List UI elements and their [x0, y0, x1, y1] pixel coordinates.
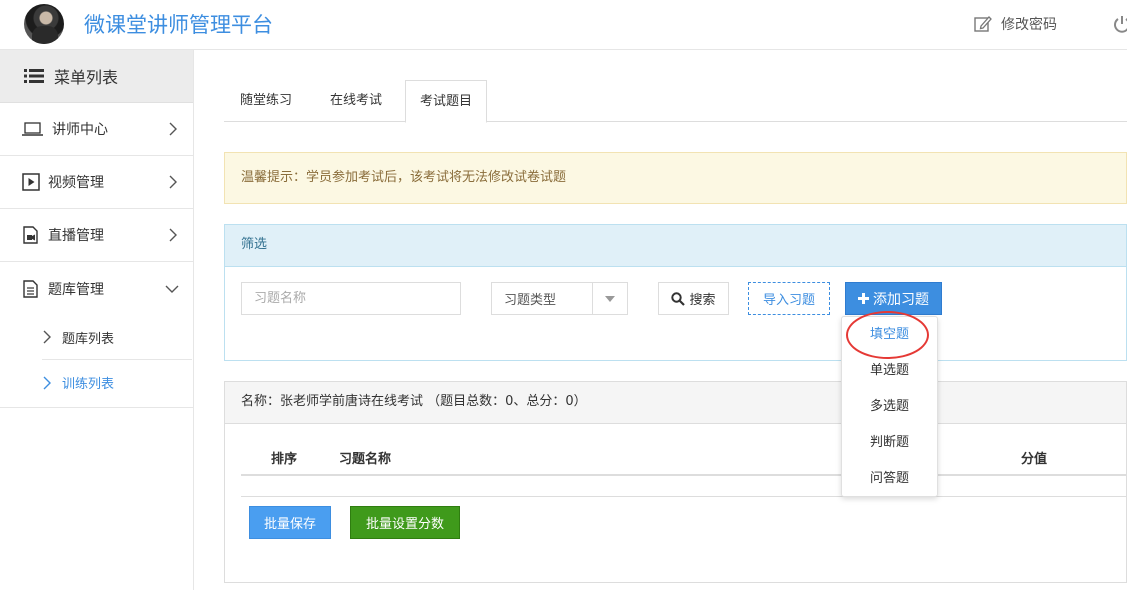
question-name-input[interactable]: [241, 282, 461, 315]
avatar[interactable]: [24, 4, 64, 44]
sidebar-subitem-training-list[interactable]: 训练列表: [0, 360, 193, 405]
tab-bar: 随堂练习 在线考试 考试题目: [224, 80, 1127, 123]
question-type-select[interactable]: 习题类型: [491, 282, 628, 315]
batch-set-score-button[interactable]: 批量设置分数: [350, 506, 460, 539]
add-question-button[interactable]: 添加习题: [845, 282, 942, 315]
tab-online-exam[interactable]: 在线考试: [330, 80, 382, 122]
menu-item-essay[interactable]: 问答题: [842, 461, 937, 497]
menu-header: 菜单列表: [0, 50, 193, 103]
menu-item-multiple-choice[interactable]: 多选题: [842, 389, 937, 425]
sidebar-item-label: 讲师中心: [52, 122, 108, 138]
power-icon[interactable]: [1112, 14, 1127, 34]
sidebar-item-live[interactable]: 直播管理: [0, 209, 193, 262]
chevron-down-icon: [165, 285, 179, 293]
batch-save-button[interactable]: 批量保存: [249, 506, 331, 539]
plus-icon: [858, 293, 869, 304]
edit-icon: [974, 16, 992, 32]
search-label: 搜索: [689, 292, 716, 307]
menu-item-true-false[interactable]: 判断题: [842, 425, 937, 461]
sidebar-subitem-label: 训练列表: [62, 377, 115, 392]
chevron-right-icon: [43, 376, 51, 389]
sidebar-subitem-question-list[interactable]: 题库列表: [42, 315, 192, 360]
sidebar-item-label: 视频管理: [48, 175, 104, 191]
question-type-label: 习题类型: [504, 293, 557, 308]
table-header: 排序 习题名称 分值: [241, 434, 1127, 476]
play-icon: [22, 173, 40, 191]
search-button[interactable]: 搜索: [658, 282, 729, 315]
sidebar-item-video[interactable]: 视频管理: [0, 156, 193, 209]
list-icon: [24, 69, 44, 83]
change-password-label: 修改密码: [1001, 17, 1057, 33]
sidebar: 菜单列表 讲师中心 视频管理 直播管理 题库管理 题库列表 训练列表: [0, 50, 194, 590]
chevron-right-icon: [169, 122, 177, 136]
sidebar-item-question-bank[interactable]: 题库管理: [0, 262, 193, 315]
chevron-right-icon: [43, 330, 51, 344]
column-question-name: 习题名称: [339, 452, 392, 467]
select-divider: [592, 283, 593, 314]
laptop-icon: [22, 122, 43, 136]
column-score: 分值: [1021, 452, 1048, 467]
exam-summary: 名称：张老师学前唐诗在线考试 （题目总数：0、总分：0）: [225, 382, 1126, 424]
menu-title: 菜单列表: [54, 68, 119, 87]
app-title: 微课堂讲师管理平台: [84, 13, 273, 37]
live-icon: [23, 226, 38, 244]
sidebar-subitem-label: 题库列表: [62, 331, 115, 347]
chevron-right-icon: [169, 175, 177, 189]
filter-panel: 筛选 习题类型 搜索 导入习题 添加习题: [224, 224, 1127, 361]
top-header: 微课堂讲师管理平台 修改密码: [0, 0, 1127, 50]
add-question-label: 添加习题: [873, 290, 929, 307]
caret-down-icon: [605, 296, 615, 302]
highlight-annotation-circle: [846, 311, 929, 359]
sidebar-item-lecturer-center[interactable]: 讲师中心: [0, 103, 193, 156]
change-password-link[interactable]: 修改密码: [973, 14, 1057, 34]
tab-class-practice[interactable]: 随堂练习: [240, 80, 292, 122]
import-questions-button[interactable]: 导入习题: [748, 282, 830, 315]
search-icon: [671, 291, 686, 306]
filter-title: 筛选: [225, 225, 1126, 267]
sidebar-item-label: 直播管理: [48, 228, 104, 244]
warning-notice: 温馨提示：学员参加考试后，该考试将无法修改试卷试题: [224, 152, 1127, 204]
question-list-panel: 名称：张老师学前唐诗在线考试 （题目总数：0、总分：0） 排序 习题名称 分值 …: [224, 381, 1127, 583]
table-divider: [241, 496, 1127, 497]
question-bank-submenu: 题库列表 训练列表: [0, 315, 193, 408]
tab-exam-questions[interactable]: 考试题目: [405, 80, 488, 123]
column-order: 排序: [271, 452, 298, 467]
chevron-right-icon: [169, 228, 177, 242]
sidebar-item-label: 题库管理: [48, 281, 104, 298]
document-icon: [23, 279, 38, 298]
